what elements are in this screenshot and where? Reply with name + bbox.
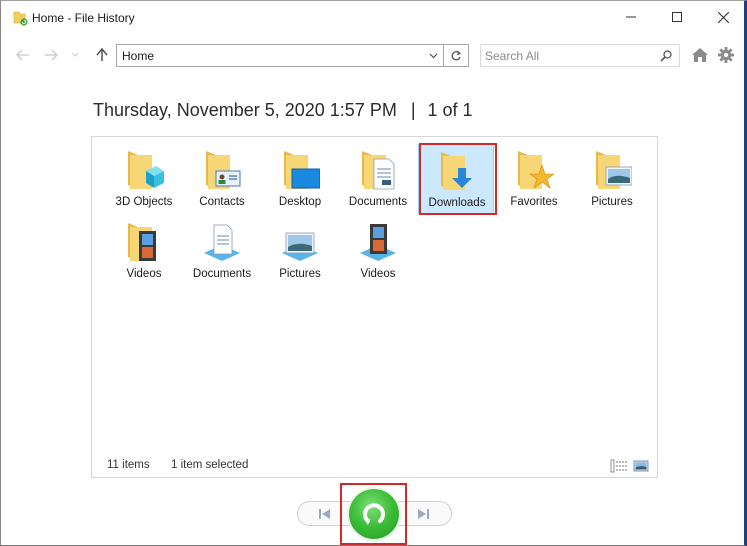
arrow-up-icon — [96, 48, 108, 61]
folder-videos-icon — [128, 223, 156, 261]
skip-previous-icon — [319, 509, 330, 519]
item-label: Downloads — [428, 197, 486, 209]
folder-downloads-icon — [441, 152, 472, 190]
item-count: 11 items — [107, 459, 150, 471]
folder-documents-icon — [362, 151, 395, 190]
item-label: Videos — [126, 268, 162, 280]
maximize-button[interactable] — [654, 1, 700, 33]
file-history-app-icon — [13, 11, 28, 26]
refresh-button[interactable] — [443, 45, 468, 66]
item-label: Documents — [192, 268, 252, 280]
backup-datetime-header: Thursday, November 5, 2020 1:57 PM | 1 of … — [93, 100, 473, 121]
arrow-left-icon — [16, 49, 29, 61]
page-position: 1 of 1 — [427, 100, 473, 120]
folder-item[interactable]: Pictures — [574, 144, 650, 214]
folder-item[interactable]: Favorites — [496, 144, 572, 214]
up-button[interactable] — [92, 45, 112, 65]
restore-icon — [363, 503, 385, 525]
title-bar[interactable]: Home - File History — [1, 1, 744, 35]
selection-count: 1 item selected — [171, 459, 249, 471]
address-dropdown-button[interactable] — [424, 45, 442, 66]
details-view-icon[interactable] — [610, 459, 628, 473]
library-videos-icon — [360, 224, 396, 261]
library-pictures-icon — [282, 232, 318, 261]
library-documents-icon — [204, 224, 240, 261]
maximize-icon — [672, 12, 682, 22]
refresh-icon — [451, 50, 462, 60]
file-view-pane: 3D Objects Contacts Desktop Documents Do… — [91, 136, 658, 478]
back-button[interactable] — [13, 45, 33, 65]
close-icon — [717, 11, 729, 23]
item-label: Contacts — [199, 196, 245, 208]
close-button[interactable] — [700, 1, 746, 33]
folder-favorites-icon — [518, 151, 554, 189]
minimize-icon — [626, 16, 636, 18]
folder-contacts-icon — [206, 151, 241, 189]
forward-button[interactable] — [41, 45, 61, 65]
folder-item-selected[interactable]: Downloads — [418, 144, 494, 214]
status-bar: 11 items 1 item selected — [92, 457, 657, 477]
navigation-bar: Home — [1, 41, 744, 71]
skip-next-icon — [418, 509, 429, 519]
item-label: Documents — [348, 196, 408, 208]
item-label: Desktop — [278, 196, 322, 208]
address-text: Home — [122, 49, 155, 63]
file-history-window: Home - File History Home Search All Thur… — [0, 0, 747, 546]
gear-icon[interactable] — [717, 46, 735, 64]
previous-version-button[interactable] — [313, 504, 337, 524]
backup-datetime: Thursday, November 5, 2020 1:57 PM — [93, 100, 397, 120]
recent-locations-button[interactable] — [65, 45, 85, 65]
folder-desktop-icon — [284, 151, 320, 189]
address-bar[interactable]: Home — [116, 44, 469, 67]
item-label: 3D Objects — [115, 196, 173, 208]
search-box[interactable] — [480, 44, 680, 67]
folder-pictures-icon — [596, 151, 632, 189]
search-icon[interactable] — [659, 49, 673, 63]
large-icons-view-icon[interactable] — [633, 459, 649, 473]
folder-item[interactable]: 3D Objects — [106, 144, 182, 214]
folder-item[interactable]: Videos — [106, 216, 182, 286]
home-icon[interactable] — [691, 46, 709, 64]
next-version-button[interactable] — [411, 504, 435, 524]
item-label: Pictures — [591, 196, 633, 208]
arrow-right-icon — [45, 49, 58, 61]
item-label: Videos — [360, 268, 396, 280]
restore-button[interactable] — [349, 489, 399, 539]
folder-item[interactable]: Contacts — [184, 144, 260, 214]
chevron-down-icon — [429, 53, 437, 58]
window-title: Home - File History — [32, 11, 135, 25]
item-label: Favorites — [510, 196, 558, 208]
library-item[interactable]: Pictures — [262, 216, 338, 286]
folder-item[interactable]: Documents — [340, 144, 416, 214]
header-separator: | — [410, 100, 416, 120]
library-item[interactable]: Documents — [184, 216, 260, 286]
folder-item[interactable]: Desktop — [262, 144, 338, 214]
folder-3d-objects-icon — [128, 151, 164, 189]
chevron-down-icon — [71, 52, 79, 57]
library-item[interactable]: Videos — [340, 216, 416, 286]
minimize-button[interactable] — [608, 1, 654, 33]
item-label: Pictures — [279, 268, 321, 280]
search-input[interactable] — [485, 48, 655, 64]
